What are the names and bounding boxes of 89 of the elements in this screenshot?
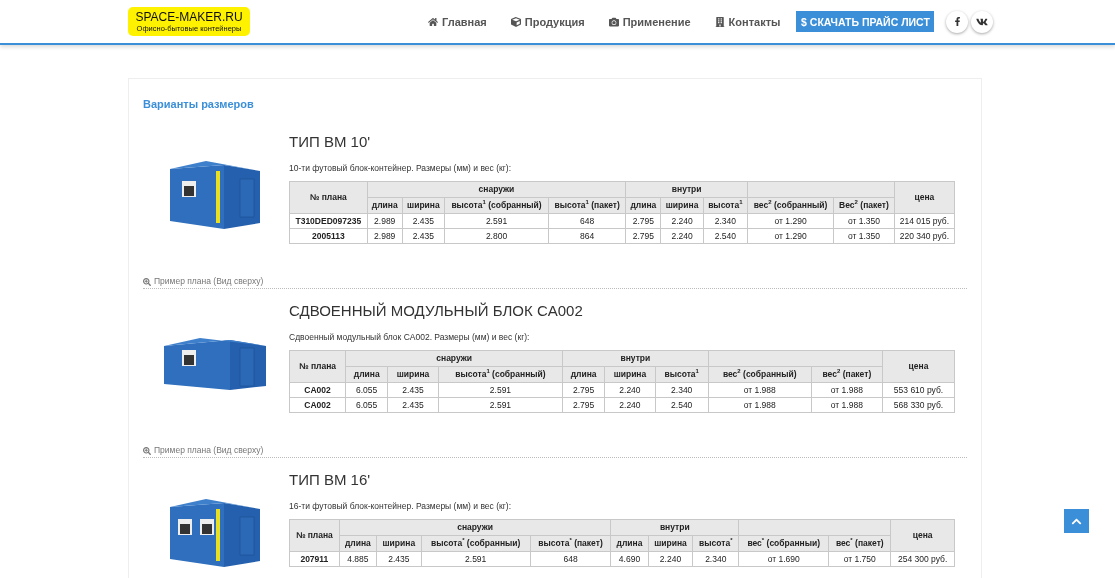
vk-button[interactable] [971,10,994,33]
table-cell: 2.795 [562,397,605,413]
table-header: внутри [610,519,739,536]
table-cell: 2.540 [703,228,748,244]
table-header: цена [894,181,955,214]
table-cell: 2.435 [402,213,445,229]
camera-icon [608,16,619,27]
table-cell: 2.435 [376,551,422,567]
table-cell: 2005113 [289,228,368,244]
table-cell: 2.240 [660,228,704,244]
table-header: снаружи [367,181,626,198]
table-cell: 2.435 [387,382,439,398]
nav-link[interactable]: Главная [428,15,487,28]
table-cell: от 1.988 [708,382,812,398]
table-cell: CA002 [289,382,346,398]
table-cell: от 1.988 [811,397,883,413]
table-cell: 6.055 [345,397,388,413]
table-header: № плана [289,350,346,383]
table-header: снаружи [339,519,611,536]
nav-link[interactable]: Контакты [714,15,781,28]
table-cell: 2.591 [444,213,549,229]
zoom-icon [143,446,151,455]
table-header: внутри [562,350,709,367]
table-cell: 648 [548,213,626,229]
table-cell: 220 340 руб. [894,228,955,244]
table-cell: 4.885 [339,551,377,567]
table-cell: CA002 [289,397,346,413]
logo-title: SPACE-MAKER.RU [135,10,243,24]
table-cell: от 1.290 [747,228,834,244]
product-title: ТИП ВМ 10' [289,133,372,151]
table-cell: 2.795 [625,213,661,229]
table-cell: от 1.290 [747,213,834,229]
table-cell: 568 330 руб. [882,397,955,413]
table-cell: 2.240 [604,397,656,413]
table-cell: от 1.690 [738,551,829,567]
table-cell: от 1.350 [833,213,895,229]
table-cell: 2.989 [367,213,403,229]
table-cell: 553 610 руб. [882,382,955,398]
plan-link[interactable]: Пример плана (Вид сверху) [143,445,967,456]
table-cell: 2.591 [438,397,563,413]
table-cell: 2.591 [438,382,563,398]
table-header: № плана [289,181,368,214]
nav-link[interactable]: Продукция [510,15,585,28]
table-cell: от 1.988 [811,382,883,398]
table-cell: 2.340 [703,213,748,229]
product-description: Сдвоенный модульный блок CA002. Размеры (мм) и вес (кг): [289,332,531,343]
table-cell: 864 [548,228,626,244]
table-cell: 2.591 [421,551,531,567]
table-cell: 2.800 [444,228,549,244]
table-cell: 2.795 [625,228,661,244]
building-icon [714,16,725,27]
product-description: 16-ти футовый блок-контейнер. Размеры (мм) и вес (кг): [289,501,512,512]
facebook-button[interactable] [946,10,969,33]
table-cell: 6.055 [345,382,388,398]
table-cell: 214 015 руб. [894,213,955,229]
table-cell: 648 [530,551,611,567]
table-cell: от 1.988 [708,397,812,413]
table-cell: 2.240 [648,551,693,567]
table-cell: 4.690 [610,551,649,567]
facebook-icon [952,17,962,26]
zoom-icon [143,277,151,286]
table-cell: от 1.750 [828,551,891,567]
table-cell: от 1.350 [833,228,895,244]
table-header: № плана [289,519,340,552]
table-header: снаружи [345,350,563,367]
table-header: цена [890,519,955,552]
nav-link[interactable]: Применение [608,15,691,28]
table-cell: 2.795 [562,382,605,398]
plan-link[interactable]: Пример плана (Вид сверху) [143,276,967,287]
table-cell: T310DED097235 [289,213,368,229]
home-icon [428,16,438,27]
table-header: цена [882,350,955,383]
table-cell: 254 300 руб. [890,551,955,567]
cube-icon [510,16,521,27]
table-cell: 2.240 [660,213,704,229]
table-cell: 2.989 [367,228,403,244]
section-heading: Варианты размеров [143,97,255,111]
product-title: СДВОЕННЫЙ МОДУЛЬНЫЙ БЛОК CA002 [289,302,584,320]
product-title: ТИП ВМ 16' [289,471,372,489]
table-cell: 2.340 [655,382,709,398]
table-cell: 2.435 [387,397,439,413]
table-cell: 2.240 [604,382,656,398]
table-cell: 2.435 [402,228,445,244]
table-cell: 2.340 [692,551,739,567]
scroll-top-button[interactable] [1064,509,1089,533]
table-header: внутри [625,181,748,198]
table-cell: 207911 [289,551,340,567]
table-cell: 2.540 [655,397,709,413]
product-description: 10-ти футовый блок-контейнер. Размеры (мм) и вес (кг): [289,163,512,174]
